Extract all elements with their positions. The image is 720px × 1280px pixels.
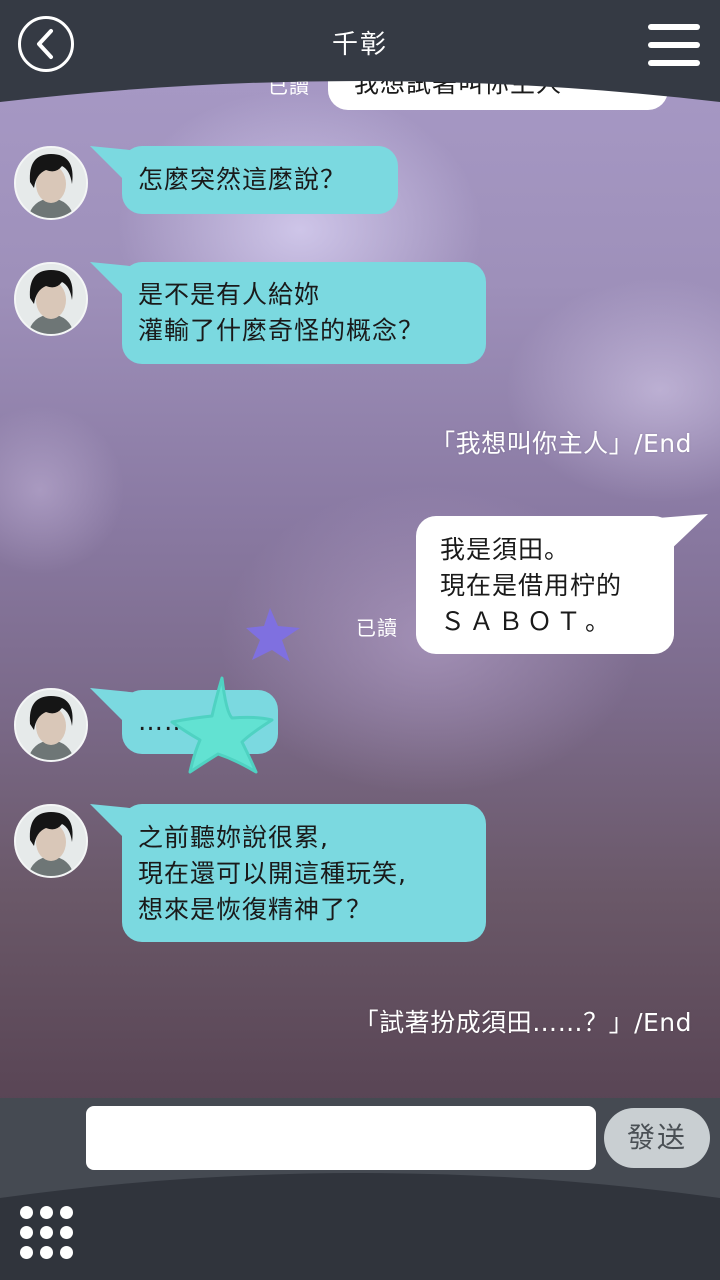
message-line: 灌輸了什麼奇怪的概念？ (138, 316, 425, 345)
message-line: 我是須田。 (440, 535, 571, 564)
grid-dots-icon (20, 1206, 33, 1219)
message-line: 現在是借用柠的 (440, 571, 623, 600)
avatar[interactable] (14, 804, 88, 878)
read-mark: 已讀 (356, 616, 398, 640)
header-bar: 千彰 (0, 0, 720, 108)
message-line: 現在還可以開這種玩笑, (138, 859, 407, 888)
cyan-star-sticker (170, 676, 274, 774)
sent-message-bubble: 我是須田。 現在是借用柠的 ＳＡＢＯＴ。 (416, 516, 674, 654)
message-bubble: 是不是有人給妳 灌輸了什麼奇怪的概念？ (122, 262, 486, 364)
message-line: 想來是恢復精神了？ (138, 895, 373, 924)
message-line: 是不是有人給妳 (138, 280, 321, 309)
avatar[interactable] (14, 688, 88, 762)
avatar[interactable] (14, 146, 88, 220)
message-line: ＳＡＢＯＴ。 (440, 607, 615, 636)
character-portrait-icon (16, 148, 86, 218)
story-choice-end: 「我想叫你主人」/End (430, 429, 692, 458)
avatar[interactable] (14, 262, 88, 336)
character-portrait-icon (16, 690, 86, 760)
send-button[interactable]: 發送 (604, 1108, 710, 1168)
character-portrait-icon (16, 806, 86, 876)
chat-title: 千彰 (331, 30, 388, 60)
character-portrait-icon (16, 264, 86, 334)
hamburger-menu-icon (648, 24, 700, 30)
message-bubble: 之前聽妳說很累, 現在還可以開這種玩笑, 想來是恢復精神了？ (122, 804, 486, 942)
message-input[interactable] (86, 1106, 596, 1170)
menu-button[interactable] (648, 24, 700, 68)
purple-star-sticker (246, 608, 300, 662)
message-bubble: 怎麼突然這麼說？ (122, 146, 398, 214)
grid-menu-button[interactable] (20, 1206, 74, 1260)
message-text: 怎麼突然這麼說？ (138, 165, 347, 194)
story-choice-end: 「試著扮成須田……？」/End (353, 1008, 692, 1037)
message-line: 之前聽妳說很累, (138, 823, 329, 852)
